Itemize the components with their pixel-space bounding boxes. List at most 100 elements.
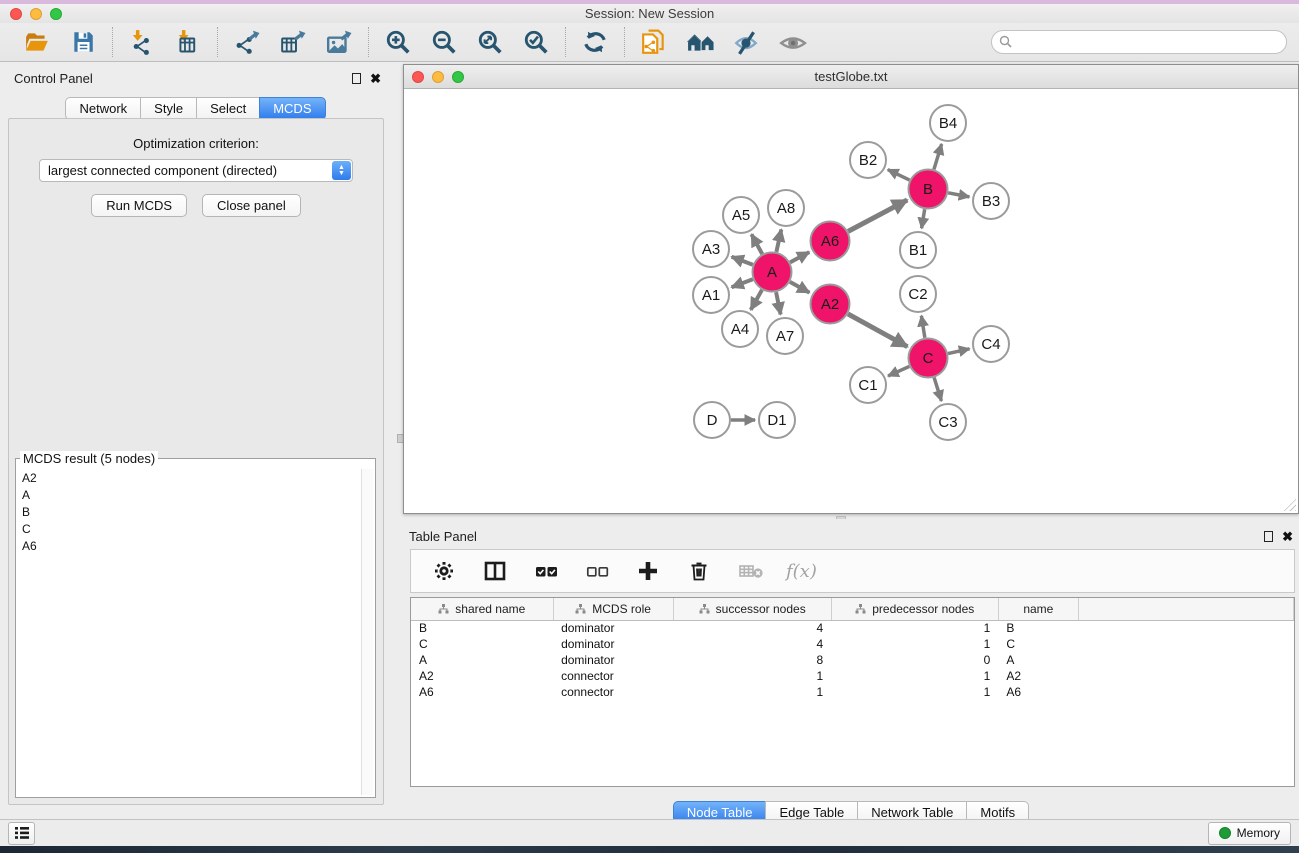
column-header-successor-nodes[interactable]: successor nodes bbox=[673, 598, 831, 620]
settings-gear-icon[interactable] bbox=[429, 557, 459, 585]
graph-edge-A-A6[interactable] bbox=[790, 252, 809, 262]
table-cell[interactable]: B bbox=[998, 620, 1078, 636]
graph-edge-A-A5[interactable] bbox=[752, 234, 763, 254]
zoom-out-icon[interactable] bbox=[429, 28, 459, 56]
network-canvas[interactable]: B4B2BB3A8A5A6A3B1AA1C2A2A4A7C4CC1C3DD1 bbox=[405, 90, 1297, 512]
graph-edge-A6-B[interactable] bbox=[848, 200, 907, 231]
column-header-predecessor-nodes[interactable]: predecessor nodes bbox=[831, 598, 998, 620]
graph-node-B1[interactable]: B1 bbox=[900, 232, 936, 268]
graph-node-D1[interactable]: D1 bbox=[759, 402, 795, 438]
graph-node-A[interactable]: A bbox=[753, 253, 792, 292]
open-session-icon[interactable] bbox=[22, 28, 52, 56]
close-panel-button[interactable]: Close panel bbox=[202, 194, 301, 217]
result-scrollbar[interactable] bbox=[361, 469, 373, 795]
table-cell[interactable]: 8 bbox=[673, 652, 831, 668]
graph-edge-A2-C[interactable] bbox=[848, 314, 907, 347]
table-cell[interactable]: 0 bbox=[831, 652, 998, 668]
mcds-result-item[interactable]: A6 bbox=[18, 537, 359, 554]
graph-edge-A-A8[interactable] bbox=[776, 229, 781, 251]
eye-icon[interactable] bbox=[777, 28, 807, 56]
memory-button[interactable]: Memory bbox=[1208, 822, 1291, 845]
delete-column-icon[interactable] bbox=[684, 557, 714, 585]
graph-node-A7[interactable]: A7 bbox=[767, 318, 803, 354]
houses-icon[interactable] bbox=[685, 28, 715, 56]
eye-hidden-icon[interactable] bbox=[731, 28, 761, 56]
export-table-icon[interactable] bbox=[278, 28, 308, 56]
table-row[interactable]: Bdominator41B bbox=[411, 620, 1294, 636]
graph-edge-B-B2[interactable] bbox=[888, 170, 910, 181]
graph-edge-B-B3[interactable] bbox=[948, 193, 969, 197]
table-cell[interactable]: connector bbox=[553, 668, 673, 684]
graph-node-B2[interactable]: B2 bbox=[850, 142, 886, 178]
mcds-result-item[interactable]: A2 bbox=[18, 469, 359, 486]
table-cell[interactable]: A bbox=[411, 652, 553, 668]
table-cell[interactable]: B bbox=[411, 620, 553, 636]
table-cell[interactable]: 1 bbox=[673, 684, 831, 700]
graph-node-A1[interactable]: A1 bbox=[693, 277, 729, 313]
tab-network[interactable]: Network bbox=[65, 97, 140, 120]
table-row[interactable]: A6connector11A6 bbox=[411, 684, 1294, 700]
mcds-result-item[interactable]: C bbox=[18, 520, 359, 537]
task-history-button[interactable] bbox=[8, 822, 35, 845]
graph-node-C1[interactable]: C1 bbox=[850, 367, 886, 403]
criterion-dropdown[interactable]: largest connected component (directed) ▲… bbox=[39, 159, 353, 182]
refresh-layout-icon[interactable] bbox=[580, 28, 610, 56]
graph-edge-B-B1[interactable] bbox=[922, 209, 925, 228]
save-session-icon[interactable] bbox=[68, 28, 98, 56]
graph-node-C3[interactable]: C3 bbox=[930, 404, 966, 440]
import-table-icon[interactable] bbox=[173, 28, 203, 56]
table-cell[interactable]: connector bbox=[553, 684, 673, 700]
table-row[interactable]: Adominator80A bbox=[411, 652, 1294, 668]
table-cell[interactable]: C bbox=[411, 636, 553, 652]
zoom-fit-icon[interactable] bbox=[475, 28, 505, 56]
select-all-icon[interactable] bbox=[531, 557, 561, 585]
graph-edge-C-C2[interactable] bbox=[921, 316, 924, 338]
table-cell[interactable]: dominator bbox=[553, 652, 673, 668]
table-cell[interactable]: A6 bbox=[998, 684, 1078, 700]
close-table-panel-icon[interactable]: ✖ bbox=[1282, 531, 1293, 542]
table-cell[interactable]: 4 bbox=[673, 620, 831, 636]
table-cell[interactable]: 1 bbox=[831, 620, 998, 636]
table-cell[interactable]: A2 bbox=[411, 668, 553, 684]
table-cell[interactable]: A2 bbox=[998, 668, 1078, 684]
graph-node-C2[interactable]: C2 bbox=[900, 276, 936, 312]
graph-node-B4[interactable]: B4 bbox=[930, 105, 966, 141]
zoom-in-icon[interactable] bbox=[383, 28, 413, 56]
graph-node-D[interactable]: D bbox=[694, 402, 730, 438]
network-window-titlebar[interactable]: testGlobe.txt bbox=[404, 65, 1298, 89]
search-input[interactable] bbox=[991, 30, 1287, 54]
graph-edge-B-B4[interactable] bbox=[934, 144, 942, 169]
tab-mcds[interactable]: MCDS bbox=[259, 97, 325, 120]
graph-node-B[interactable]: B bbox=[909, 170, 948, 209]
float-table-panel-icon[interactable] bbox=[1264, 531, 1273, 542]
table-row[interactable]: A2connector11A2 bbox=[411, 668, 1294, 684]
graph-edge-C-C1[interactable] bbox=[888, 366, 909, 376]
graph-node-A5[interactable]: A5 bbox=[723, 197, 759, 233]
add-column-icon[interactable] bbox=[633, 557, 663, 585]
graph-node-A3[interactable]: A3 bbox=[693, 231, 729, 267]
graph-edge-A-A3[interactable] bbox=[732, 257, 753, 265]
mcds-result-item[interactable]: A bbox=[18, 486, 359, 503]
column-header-MCDS-role[interactable]: MCDS role bbox=[553, 598, 673, 620]
zoom-selected-icon[interactable] bbox=[521, 28, 551, 56]
tab-style[interactable]: Style bbox=[140, 97, 196, 120]
graph-node-B3[interactable]: B3 bbox=[973, 183, 1009, 219]
graph-edge-A-A2[interactable] bbox=[790, 282, 809, 293]
graph-edge-A-A1[interactable] bbox=[732, 279, 753, 287]
close-panel-icon[interactable]: ✖ bbox=[370, 73, 381, 84]
graph-edge-C-C4[interactable] bbox=[948, 349, 970, 354]
split-panel-icon[interactable] bbox=[480, 557, 510, 585]
graph-node-A6[interactable]: A6 bbox=[811, 222, 850, 261]
table-cell[interactable]: 1 bbox=[831, 668, 998, 684]
table-cell[interactable]: 1 bbox=[673, 668, 831, 684]
import-network-icon[interactable] bbox=[127, 28, 157, 56]
graph-edge-A-A7[interactable] bbox=[776, 292, 781, 314]
deselect-all-icon[interactable] bbox=[582, 557, 612, 585]
graph-node-C4[interactable]: C4 bbox=[973, 326, 1009, 362]
mcds-result-item[interactable]: B bbox=[18, 503, 359, 520]
graph-node-C[interactable]: C bbox=[909, 339, 948, 378]
table-cell[interactable]: A bbox=[998, 652, 1078, 668]
table-cell[interactable]: 1 bbox=[831, 636, 998, 652]
column-header-shared-name[interactable]: shared name bbox=[411, 598, 553, 620]
table-cell[interactable]: C bbox=[998, 636, 1078, 652]
